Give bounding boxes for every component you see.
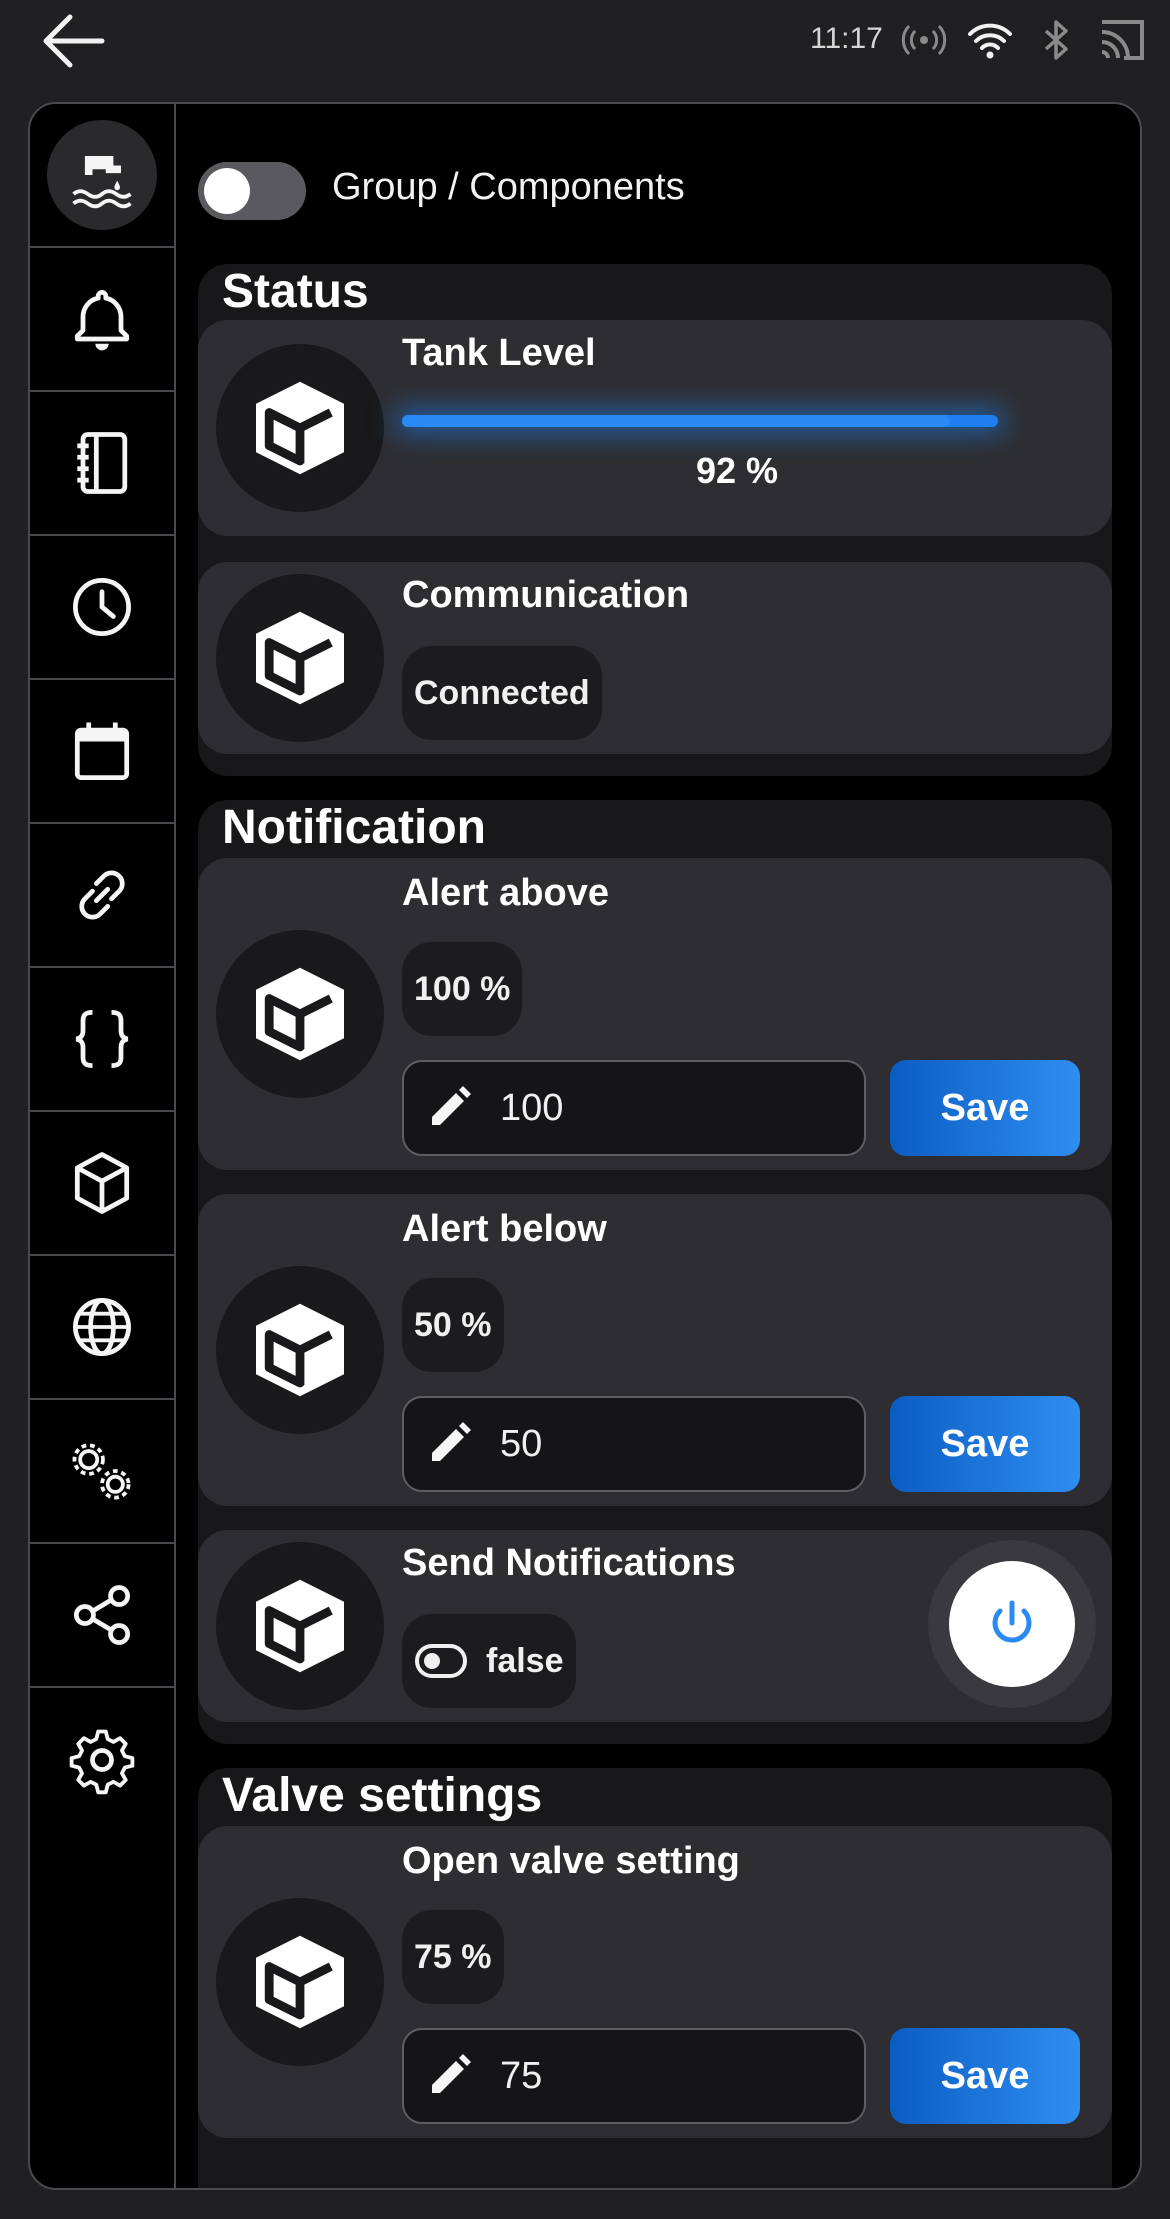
status-time: 11:17 [810, 22, 883, 55]
component-avatar [216, 574, 384, 742]
alert-above-card: Alert above 100 % 100 Save [198, 858, 1112, 1170]
component-avatar [216, 930, 384, 1098]
section-title: Notification [222, 801, 486, 854]
status-bar: 11:17 [0, 0, 1170, 80]
bluetooth-icon [1044, 20, 1068, 60]
main-content: Group / Components Status Tank Level 92 … [176, 104, 1140, 2188]
sidebar-item-code[interactable] [30, 968, 174, 1112]
code-braces-icon [75, 1010, 129, 1068]
tank-level-fill [402, 415, 951, 427]
cube-icon [256, 967, 344, 1061]
component-avatar [216, 344, 384, 512]
card-title: Alert above [402, 872, 609, 914]
alert-below-input[interactable]: 50 [402, 1396, 866, 1492]
power-button[interactable] [928, 1540, 1096, 1708]
notification-section: Notification Alert above 100 % 100 Save … [198, 800, 1112, 1744]
cube-icon [256, 1935, 344, 2029]
pencil-icon [432, 1086, 471, 1125]
arrow-left-icon [43, 14, 105, 68]
toggle-off-icon [415, 1644, 467, 1678]
group-components-label: Group / Components [332, 166, 685, 208]
tank-level-card: Tank Level 92 % [198, 320, 1112, 536]
link-icon [79, 870, 125, 920]
cast-icon [1101, 20, 1144, 60]
cube-icon [256, 1303, 344, 1397]
component-avatar [216, 1542, 384, 1710]
card-title: Tank Level [402, 332, 596, 374]
broadcast-icon [901, 24, 947, 56]
chip-value: false [486, 1641, 564, 1680]
value-chip: 100 % [402, 942, 523, 1036]
app-frame: Group / Components Status Tank Level 92 … [28, 102, 1142, 2190]
tank-level-value: 92 % [695, 450, 779, 491]
card-title: Alert below [402, 1208, 607, 1250]
sidebar-item-notifications[interactable] [30, 248, 174, 392]
cube-icon [256, 611, 344, 705]
sidebar-item-settings[interactable] [30, 1688, 174, 1832]
status-section: Status Tank Level 92 % Communication Con… [198, 264, 1112, 776]
valve-settings-section: Valve settings Open valve setting 75 % 7… [198, 1768, 1112, 2188]
card-title: Communication [402, 574, 690, 616]
section-title: Status [222, 265, 369, 318]
save-button[interactable]: Save [890, 2028, 1080, 2124]
water-tap-icon [72, 146, 132, 209]
bell-icon [74, 290, 130, 351]
settings-icon [69, 1729, 135, 1795]
power-icon [992, 1600, 1032, 1643]
sidebar-item-network[interactable] [30, 1256, 174, 1400]
sidebar-item-device[interactable] [30, 104, 174, 248]
tank-level-progress [402, 415, 998, 427]
alert-below-card: Alert below 50 % 50 Save [198, 1194, 1112, 1506]
notebook-icon [77, 432, 128, 494]
sidebar-item-calendar[interactable] [30, 680, 174, 824]
input-value: 75 [500, 2054, 543, 2097]
sidebar-item-links[interactable] [30, 824, 174, 968]
pencil-icon [432, 2054, 471, 2093]
input-value: 50 [500, 1422, 543, 1465]
open-valve-input[interactable]: 75 [402, 2028, 866, 2124]
cube-icon [256, 1579, 344, 1673]
back-button[interactable] [38, 10, 108, 72]
wifi-icon [968, 23, 1012, 59]
card-title: Open valve setting [402, 1840, 740, 1882]
status-chip: Connected [402, 646, 602, 740]
clock-icon [73, 578, 131, 636]
sidebar-item-log[interactable] [30, 392, 174, 536]
card-title: Send Notifications [402, 1542, 736, 1584]
save-button[interactable]: Save [890, 1060, 1080, 1156]
section-title: Valve settings [222, 1769, 543, 1822]
sidebar-item-history[interactable] [30, 536, 174, 680]
sidebar-item-share[interactable] [30, 1544, 174, 1688]
save-button[interactable]: Save [890, 1396, 1080, 1492]
sidebar-item-advanced[interactable] [30, 1400, 174, 1544]
send-notifications-card: Send Notifications false [198, 1530, 1112, 1722]
globe-icon [73, 1298, 131, 1356]
cube-icon [74, 1152, 130, 1214]
value-chip: 50 % [402, 1278, 504, 1372]
component-avatar [216, 1898, 384, 2066]
group-components-toggle[interactable] [198, 162, 306, 220]
communication-card: Communication Connected [198, 562, 1112, 754]
pencil-icon [432, 1422, 471, 1461]
share-icon [73, 1585, 131, 1645]
cube-icon [256, 381, 344, 475]
alert-above-input[interactable]: 100 [402, 1060, 866, 1156]
power-button-inner [949, 1561, 1075, 1687]
open-valve-card: Open valve setting 75 % 75 Save [198, 1826, 1112, 2138]
sidebar-item-components[interactable] [30, 1112, 176, 1256]
sidebar [30, 104, 176, 1832]
component-avatar [216, 1266, 384, 1434]
value-chip: false [402, 1614, 576, 1708]
input-value: 100 [500, 1086, 564, 1129]
gears-icon [72, 1443, 131, 1500]
value-chip: 75 % [402, 1910, 504, 2004]
toggle-knob [204, 168, 250, 214]
calendar-icon [74, 722, 130, 780]
